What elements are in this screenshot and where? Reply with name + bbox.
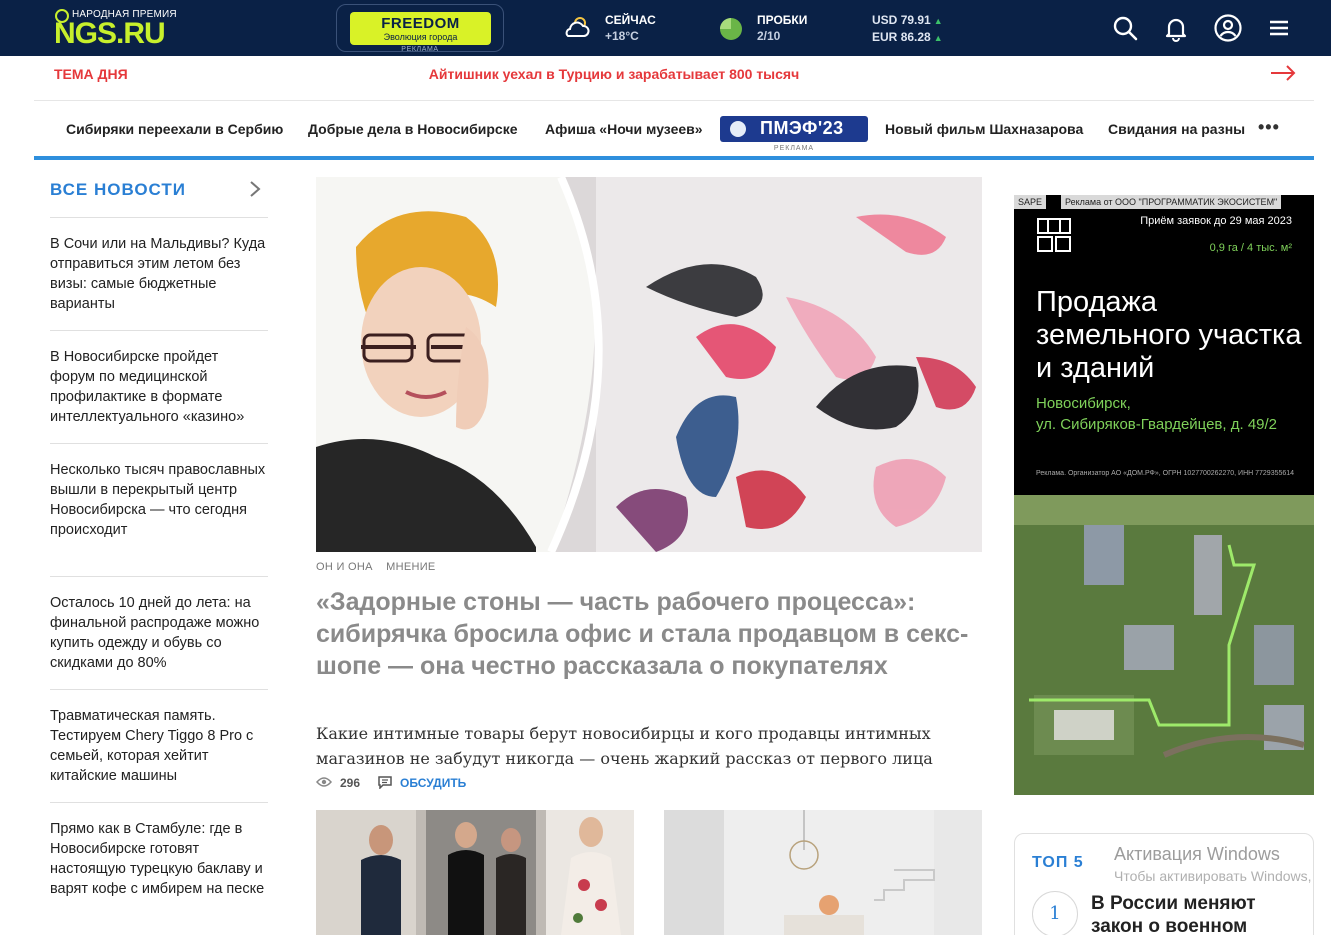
ad-advertiser-label: Реклама от ООО "ПРОГРАММАТИК ЭКОСИСТЕМ" bbox=[1061, 195, 1282, 209]
list-item[interactable]: Травматическая память. Тестируем Chery T… bbox=[50, 706, 268, 803]
comment-icon bbox=[378, 776, 392, 789]
ad-title: Продажа земельного участка и зданий bbox=[1036, 286, 1302, 384]
pmef-label: ПМЭФ'23 bbox=[760, 118, 844, 138]
all-news-title: ВСЕ НОВОСТИ bbox=[50, 180, 187, 199]
currency-widget[interactable]: USD 79.91 ▲ EUR 86.28 ▲ bbox=[872, 12, 943, 46]
eye-icon bbox=[316, 777, 332, 787]
nav-item-serbia[interactable]: Сибиряки переехали в Сербию bbox=[66, 121, 283, 137]
top-header: НАРОДНАЯ ПРЕМИЯ NGS.RU FREEDOM Эволюция … bbox=[0, 0, 1331, 56]
ad-aerial-photo bbox=[1014, 495, 1314, 795]
list-item[interactable]: В Новосибирске пройдет форум по медицинс… bbox=[50, 347, 268, 444]
theme-of-day-headline[interactable]: Айтишник уехал в Турцию и зарабатывает 8… bbox=[334, 66, 894, 82]
discuss-link[interactable]: ОБСУДИТЬ bbox=[400, 776, 466, 790]
hero-image[interactable] bbox=[316, 177, 982, 552]
ad-city: Новосибирск, bbox=[1036, 395, 1131, 412]
ad-deadline: Приём заявок до 29 мая 2023 bbox=[1140, 215, 1292, 227]
freedom-promo-banner[interactable]: FREEDOM Эволюция города РЕКЛАМА bbox=[336, 4, 504, 53]
ad-location: Новосибирск, ул. Сибиряков-Гвардейцев, д… bbox=[1036, 393, 1306, 435]
theme-of-day-label: ТЕМА ДНЯ bbox=[54, 66, 128, 82]
promo-ad-label: РЕКЛАМА bbox=[401, 46, 439, 53]
top5-title: ТОП 5 bbox=[1032, 854, 1084, 871]
article-tags: ОН И ОНА МНЕНИЕ bbox=[316, 561, 446, 573]
windows-activation-watermark: Активация Windows bbox=[1114, 844, 1280, 864]
site-name: NGS.RU bbox=[54, 17, 166, 50]
weather-label: СЕЙЧАС bbox=[605, 13, 656, 27]
promo-subtitle: Эволюция города bbox=[383, 32, 458, 42]
currency-eur: EUR 86.28 ▲ bbox=[872, 30, 943, 44]
views-count: 296 bbox=[340, 776, 361, 790]
trend-up-icon: ▲ bbox=[933, 16, 943, 26]
menu-icon[interactable] bbox=[1266, 14, 1294, 42]
topics-nav: Сибиряки переехали в Сербию Добрые дела … bbox=[34, 101, 1314, 160]
ad-address: ул. Сибиряков-Гвардейцев, д. 49/2 bbox=[1036, 416, 1278, 433]
promo-pill[interactable]: FREEDOM Эволюция города bbox=[350, 12, 491, 45]
nav-item-good-deeds[interactable]: Добрые дела в Новосибирске bbox=[308, 121, 518, 137]
traffic-value: 2/10 bbox=[757, 29, 781, 43]
land-sale-ad[interactable]: SAPE Реклама от ООО "ПРОГРАММАТИК ЭКОСИС… bbox=[1014, 195, 1314, 795]
theme-of-day-bar: ТЕМА ДНЯ Айтишник уехал в Турцию и зараб… bbox=[34, 56, 1314, 101]
list-item[interactable]: Осталось 10 дней до лета: на финальной р… bbox=[50, 593, 268, 690]
chevron-right-icon bbox=[250, 181, 261, 197]
search-icon[interactable] bbox=[1111, 14, 1139, 42]
bell-icon[interactable] bbox=[1162, 14, 1190, 42]
article-thumbnail-fashion[interactable] bbox=[316, 810, 634, 935]
more-icon[interactable]: ••• bbox=[1258, 117, 1280, 138]
promo-title: FREEDOM bbox=[381, 15, 460, 32]
windows-activation-hint: Чтобы активировать Windows, bbox=[1114, 868, 1312, 884]
weather-value: +18°C bbox=[605, 29, 639, 43]
all-news-header[interactable]: ВСЕ НОВОСТИ bbox=[50, 178, 268, 218]
list-item[interactable]: В Сочи или на Мальдивы? Куда отправиться… bbox=[50, 234, 268, 331]
ad-network-label: SAPE bbox=[1014, 195, 1047, 209]
pmef-seal-icon bbox=[730, 121, 746, 137]
partly-cloudy-icon bbox=[565, 17, 590, 37]
trend-up-icon: ▲ bbox=[933, 33, 943, 43]
weather-widget[interactable]: СЕЙЧАС +18°C bbox=[605, 12, 656, 44]
top5-first-headline[interactable]: В России меняют закон о военном bbox=[1091, 892, 1301, 935]
nav-item-dating[interactable]: Свидания на разны bbox=[1108, 121, 1248, 137]
domrf-logo-icon bbox=[1037, 218, 1071, 252]
site-logo[interactable]: НАРОДНАЯ ПРЕМИЯ NGS.RU bbox=[54, 8, 194, 50]
top5-rank-badge: 1 bbox=[1032, 891, 1078, 935]
list-item[interactable]: Несколько тысяч православных вышли в пер… bbox=[50, 460, 268, 577]
article-thumbnail-interior[interactable] bbox=[664, 810, 982, 935]
pmef-promo-button[interactable]: ПМЭФ'23 bbox=[720, 116, 868, 142]
arrow-right-icon[interactable] bbox=[1270, 65, 1296, 81]
traffic-icon bbox=[720, 18, 742, 40]
ad-area: 0,9 га / 4 тыс. м² bbox=[1209, 242, 1292, 254]
pmef-ad-label: РЕКЛАМА bbox=[773, 145, 815, 152]
currency-usd: USD 79.91 ▲ bbox=[872, 13, 943, 27]
traffic-label: ПРОБКИ bbox=[757, 13, 808, 27]
tag-opinion[interactable]: МНЕНИЕ bbox=[386, 561, 435, 573]
main-article-lead: Какие интимные товары берут новосибирцы … bbox=[316, 724, 933, 768]
traffic-widget[interactable]: ПРОБКИ 2/10 bbox=[757, 12, 807, 44]
list-item[interactable]: Прямо как в Стамбуле: где в Новосибирске… bbox=[50, 819, 268, 935]
user-icon[interactable] bbox=[1214, 14, 1242, 42]
tag-on-i-ona[interactable]: ОН И ОНА bbox=[316, 561, 373, 573]
ad-legal-text: Реклама. Организатор АО «ДОМ.РФ», ОГРН 1… bbox=[1036, 470, 1295, 477]
nav-item-museum-night[interactable]: Афиша «Ночи музеев» bbox=[545, 121, 703, 137]
nav-item-new-film[interactable]: Новый фильм Шахназарова bbox=[885, 121, 1083, 137]
main-article-title[interactable]: «Задорные стоны — часть рабочего процесс… bbox=[316, 586, 976, 682]
